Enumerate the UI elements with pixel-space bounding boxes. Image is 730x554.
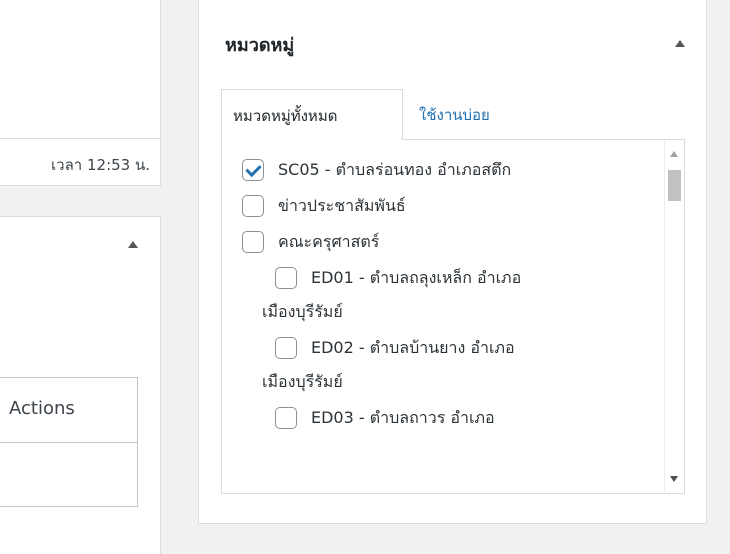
category-checkbox[interactable] [275,407,297,429]
tab-all-categories[interactable]: หมวดหมู่ทั้งหมด [221,89,403,140]
category-checkbox[interactable] [275,267,297,289]
divider [0,138,160,139]
left-top-panel: เวลา 12:53 น. [0,0,161,186]
category-label: ED03 - ตำบลถาวร อำเภอ [311,408,495,427]
list-item: ED02 - ตำบลบ้านยาง อำเภอ [222,337,662,359]
panel-title: หมวดหมู่ [225,35,295,56]
category-label: ข่าวประชาสัมพันธ์ [278,196,406,215]
category-label-continuation: เมืองบุรีรัมย์ [262,302,343,321]
category-checkbox[interactable] [242,195,264,217]
list-item: ED03 - ตำบลถาวร อำเภอ [222,407,662,429]
scroll-down-icon[interactable] [670,476,678,482]
scroll-up-icon[interactable] [670,151,678,157]
category-checkbox[interactable] [242,231,264,253]
actions-column-header: Actions [0,378,137,443]
time-text: เวลา 12:53 น. [51,156,150,174]
checklist-scrollbar[interactable] [664,140,684,493]
category-label-continuation: เมืองบุรีรัมย์ [262,372,343,391]
scrollbar-thumb[interactable] [668,170,681,201]
list-item: SC05 - ตำบลร่อนทอง อำเภอสตึก [222,159,662,181]
list-item: คณะครุศาสตร์ [222,231,662,253]
category-checkbox[interactable] [242,159,264,181]
left-middle-panel: Actions [0,216,161,554]
checklist-items: SC05 - ตำบลร่อนทอง อำเภอสตึก ข่าวประชาสั… [222,140,662,443]
category-checklist: SC05 - ตำบลร่อนทอง อำเภอสตึก ข่าวประชาสั… [221,139,685,494]
list-item: ข่าวประชาสัมพันธ์ [222,195,662,217]
panel-collapse-icon[interactable] [675,40,685,47]
tab-most-used[interactable]: ใช้งานบ่อย [419,103,490,127]
actions-table: Actions [0,377,138,507]
categories-panel: หมวดหมู่ หมวดหมู่ทั้งหมด ใช้งานบ่อย SC05… [198,0,707,524]
category-checkbox[interactable] [275,337,297,359]
category-label: ED02 - ตำบลบ้านยาง อำเภอ [311,338,515,357]
category-label: คณะครุศาสตร์ [278,232,380,251]
category-label: SC05 - ตำบลร่อนทอง อำเภอสตึก [278,160,512,179]
list-item: ED01 - ตำบลถลุงเหล็ก อำเภอ [222,267,662,289]
collapse-toggle-icon[interactable] [128,241,138,248]
category-label: ED01 - ตำบลถลุงเหล็ก อำเภอ [311,268,522,287]
